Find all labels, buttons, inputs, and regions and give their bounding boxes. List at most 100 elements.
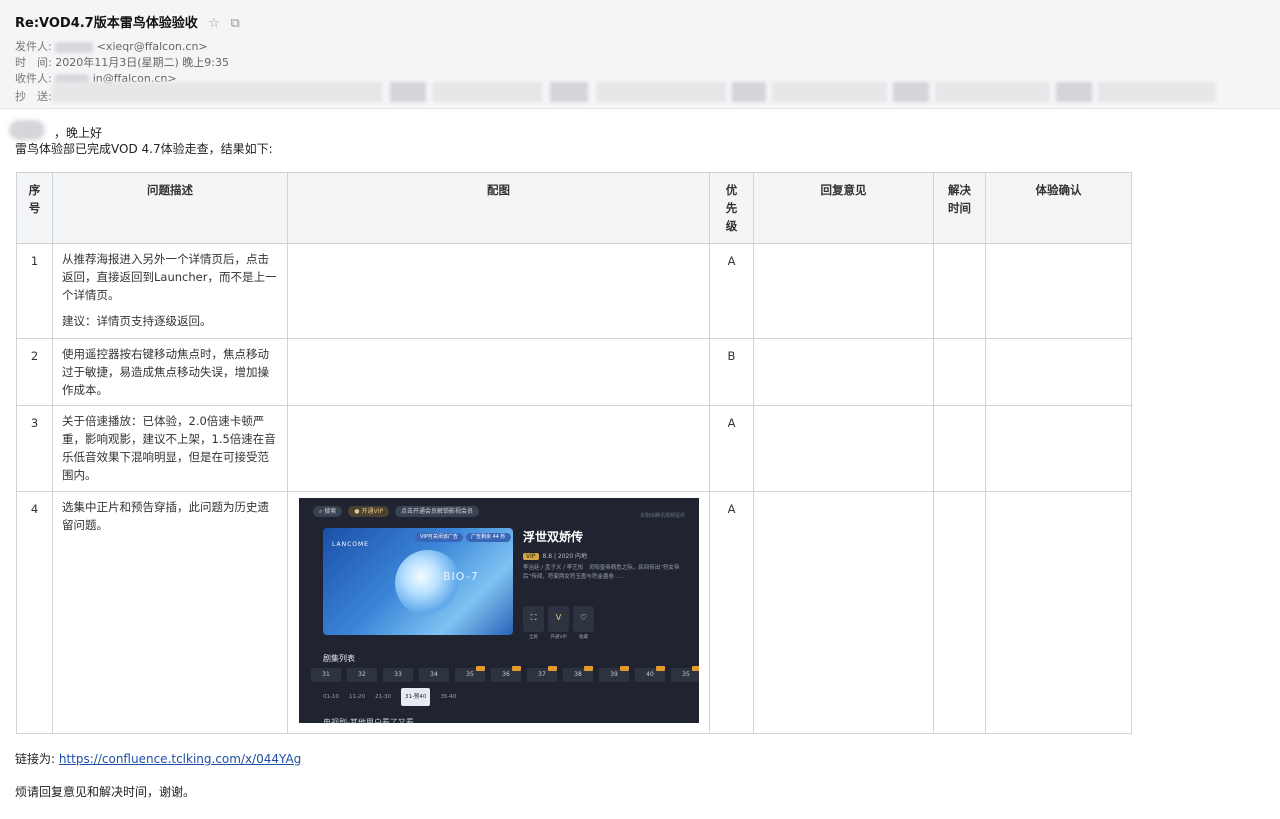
link-line: 链接为: https://confluence.tclking.com/x/04… xyxy=(15,750,301,767)
confluence-link[interactable]: https://confluence.tclking.com/x/044YAg xyxy=(59,752,301,766)
row-no: 1 xyxy=(16,243,53,339)
tv-detail-screenshot[interactable]: ⌕ 搜索 ● 开通VIP 点击开通会员解锁影视会员 本剧由腾讯视频提供 LANC… xyxy=(299,498,699,723)
cc-redacted xyxy=(1056,82,1092,102)
table-header-row: 序号 问题描述 配图 优先级 回复意见 解决 时间 体验确认 xyxy=(16,172,1132,244)
shot-brand: LANCOME xyxy=(332,541,369,548)
shot-episode: 34 xyxy=(419,668,449,682)
row-confirm[interactable] xyxy=(985,491,1132,734)
description-text: 选集中正片和预告穿插，此问题为历史遗留问题。 xyxy=(62,500,269,532)
shot-range: 11-20 xyxy=(348,694,365,700)
row-no: 4 xyxy=(16,491,53,734)
row-reply[interactable] xyxy=(753,405,934,492)
intro-text: 雷鸟体验部已完成VOD 4.7体验走查，结果如下: xyxy=(15,142,273,156)
row-reply[interactable] xyxy=(753,491,934,734)
row-confirm[interactable] xyxy=(985,405,1132,492)
shot-range-selected: 31-预40 xyxy=(400,688,431,706)
to-label: 收件人: xyxy=(15,72,52,85)
cc-redacted xyxy=(596,82,726,102)
header-no: 序号 xyxy=(16,172,53,244)
shot-search-pill: ⌕ 搜索 xyxy=(313,505,343,517)
row-description: 选集中正片和预告穿插，此问题为历史遗留问题。 xyxy=(52,491,288,734)
shot-footer: 电视剧-其他用户看了又看 xyxy=(323,718,414,723)
row-confirm[interactable] xyxy=(985,338,1132,406)
shot-episode: 36 xyxy=(491,666,521,682)
shot-episode: 39 xyxy=(599,666,629,682)
shot-list-title: 剧集列表 xyxy=(323,654,355,663)
cc-redacted xyxy=(772,82,887,102)
shot-range: 35-40 xyxy=(440,694,457,700)
table-row: 3 关于倍速播放：已体验，2.0倍速卡顿严重，影响观影，建议不上架，1.5倍速在… xyxy=(16,405,1132,492)
row-confirm[interactable] xyxy=(985,243,1132,339)
shot-episode: 35 xyxy=(671,666,699,682)
shot-description: 李治廷 / 孟子义 / 李艺彤 灵阳皇帝病危之际，民间传出“符女帝后”传闻，符家… xyxy=(523,565,680,580)
row-reply[interactable] xyxy=(753,243,934,339)
shot-episode: 38 xyxy=(563,666,593,682)
issues-table: 序号 问题描述 配图 优先级 回复意见 解决 时间 体验确认 1 从推荐海报进入另… xyxy=(16,172,1132,734)
row-description: 关于倍速播放：已体验，2.0倍速卡顿严重，影响观影，建议不上架，1.5倍速在音乐… xyxy=(52,405,288,492)
shot-episode: 35 xyxy=(455,666,485,682)
table-row: 2 使用遥控器按右键移动焦点时，焦点移动过于敏捷，易造成焦点移动失误，增加操作成… xyxy=(16,338,1132,406)
star-icon[interactable]: ☆ xyxy=(208,16,220,31)
cc-redacted xyxy=(893,82,929,102)
closing-text: 烦请回复意见和解决时间，谢谢。 xyxy=(15,785,196,799)
row-resolve-time[interactable] xyxy=(933,405,986,492)
table-row: 1 从推荐海报进入另外一个详情页后，点击返回，直接返回到Launcher，而不是… xyxy=(16,243,1132,339)
row-priority: A xyxy=(709,243,754,339)
subject-text: Re:VOD4.7版本雷鸟体验验收 xyxy=(15,16,198,31)
row-description: 使用遥控器按右键移动焦点时，焦点移动过于敏捷，易造成焦点移动失误，增加操作成本。 xyxy=(52,338,288,406)
header-reply: 回复意见 xyxy=(753,172,934,244)
row-image xyxy=(287,405,710,492)
mail-header: Re:VOD4.7版本雷鸟体验验收 ☆ ⧉ 发件人: <xieqr@ffalco… xyxy=(0,0,1280,109)
row-resolve-time[interactable] xyxy=(933,338,986,406)
time-row: 时 间: 2020年11月3日(星期二) 晚上9:35 xyxy=(15,54,229,70)
mail-subject: Re:VOD4.7版本雷鸟体验验收 ☆ ⧉ xyxy=(15,12,240,31)
cc-redacted xyxy=(432,82,542,102)
description-text: 从推荐海报进入另外一个详情页后，点击返回，直接返回到Launcher，而不是上一… xyxy=(62,252,277,302)
row-reply[interactable] xyxy=(753,338,934,406)
header-resolve-time: 解决 时间 xyxy=(933,172,986,244)
shot-episode: 32 xyxy=(347,668,377,682)
cc-redacted xyxy=(550,82,588,102)
popout-icon[interactable]: ⧉ xyxy=(230,16,239,31)
shot-episode: 31 xyxy=(311,668,341,682)
row-no: 3 xyxy=(16,405,53,492)
shot-actions: ⛶ 全屏 V 开通VIP ♡ 收藏 xyxy=(523,606,594,640)
from-row: 发件人: <xieqr@ffalcon.cn> xyxy=(15,38,208,54)
link-prefix: 链接为: xyxy=(15,752,56,766)
row-priority: A xyxy=(709,491,754,734)
from-email[interactable]: <xieqr@ffalcon.cn> xyxy=(97,40,208,53)
shot-episode: 37 xyxy=(527,666,557,682)
cc-redacted xyxy=(52,82,382,102)
shot-episode-row: 31 32 33 34 35 36 37 38 39 40 35 xyxy=(311,666,699,682)
shot-range: 01-10 xyxy=(323,694,339,700)
row-image: ⌕ 搜索 ● 开通VIP 点击开通会员解锁影视会员 本剧由腾讯视频提供 LANC… xyxy=(287,491,710,734)
cc-redacted xyxy=(935,82,1050,102)
row-image xyxy=(287,338,710,406)
description-text: 使用遥控器按右键移动焦点时，焦点移动过于敏捷，易造成焦点移动失误，增加操作成本。 xyxy=(62,347,269,397)
shot-corner-text: 本剧由腾讯视频提供 xyxy=(639,513,685,519)
row-description: 从推荐海报进入另外一个详情页后，点击返回，直接返回到Launcher，而不是上一… xyxy=(52,243,288,339)
shot-poster-text: BIO-7 xyxy=(443,570,479,583)
time-value: 2020年11月3日(星期二) 晚上9:35 xyxy=(55,56,229,69)
shot-episode: 33 xyxy=(383,668,413,682)
from-name-redacted xyxy=(55,41,94,53)
row-resolve-time[interactable] xyxy=(933,491,986,734)
greeting: ，晚上好 xyxy=(54,126,103,140)
shot-show-title: 浮世双娇传 xyxy=(523,530,584,544)
fullscreen-icon: ⛶ 全屏 xyxy=(523,606,544,640)
cc-redacted xyxy=(390,82,426,102)
row-resolve-time[interactable] xyxy=(933,243,986,339)
description-text: 关于倍速播放：已体验，2.0倍速卡顿严重，影响观影，建议不上架，1.5倍速在音乐… xyxy=(62,414,276,482)
shot-ad-poster: LANCOME VIP可关闭该广告 广告剩余 44 秒 BIO-7 xyxy=(323,528,513,635)
heart-icon: ♡ 收藏 xyxy=(573,606,594,640)
header-image: 配图 xyxy=(287,172,710,244)
from-label: 发件人: xyxy=(15,40,52,53)
shot-ad-timer: 广告剩余 44 秒 xyxy=(466,533,511,542)
row-priority: B xyxy=(709,338,754,406)
vip-icon: V 开通VIP xyxy=(548,606,569,640)
shot-range-row: 01-10 11-20 21-30 31-预40 35-40 xyxy=(323,688,456,706)
row-no: 2 xyxy=(16,338,53,406)
time-label: 时 间: xyxy=(15,56,52,69)
shot-vip-hint: 点击开通会员解锁影视会员 xyxy=(394,505,479,517)
suggestion-text: 建议：详情页支持逐级返回。 xyxy=(62,314,212,328)
